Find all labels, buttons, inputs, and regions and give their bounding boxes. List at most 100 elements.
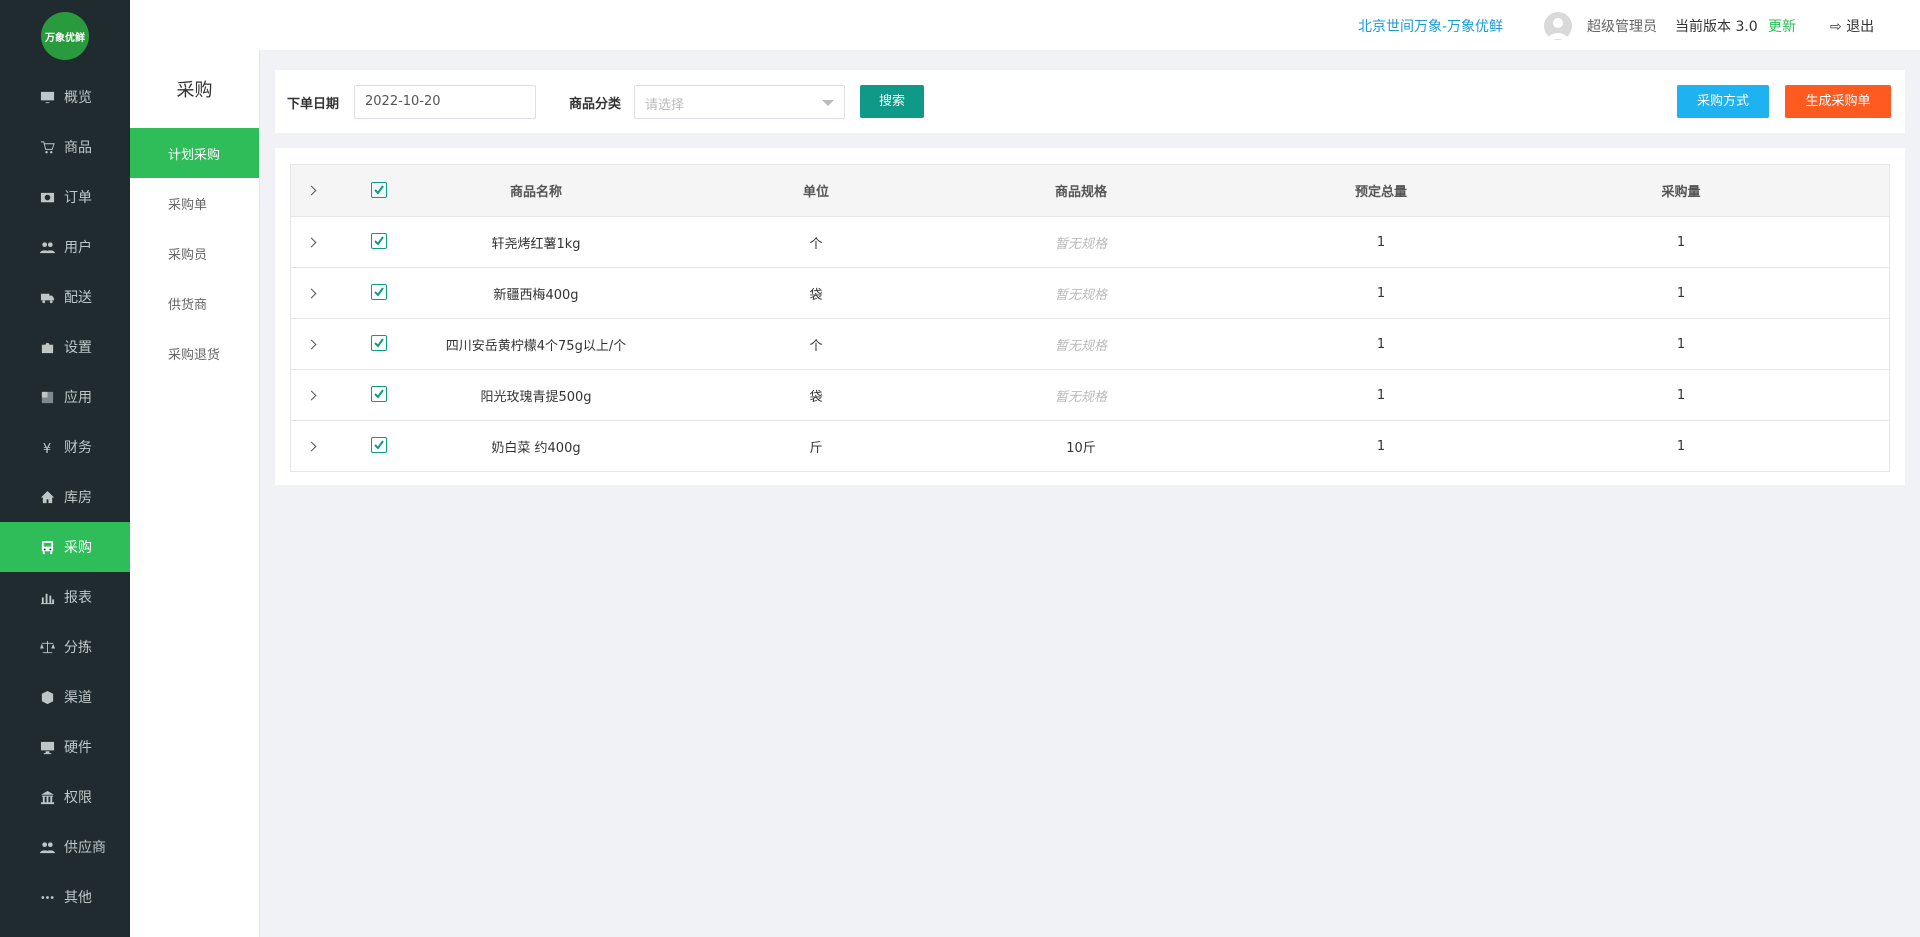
row-checkbox[interactable]: [370, 335, 387, 351]
yen-icon: ¥: [38, 440, 56, 455]
subnav-item-1[interactable]: 采购单: [130, 178, 259, 228]
cell-qty: 1: [1676, 234, 1686, 250]
sidebar-item-10[interactable]: 报表: [0, 572, 130, 622]
logout-label: 退出: [1846, 19, 1875, 35]
desktop-icon: [38, 740, 56, 755]
dropdown-caret-icon: [822, 100, 834, 106]
svg-text:¥: ¥: [42, 442, 50, 455]
user-avatar-icon: [1548, 18, 1568, 39]
purchase-method-button[interactable]: 采购方式: [1677, 85, 1769, 118]
nav-list: 概览商品订单用户配送设置应用 ¥ 财务库房 采购 报表分拣渠道硬件权限 供应商 其他: [0, 72, 130, 922]
subnav-item-4[interactable]: 采购退货: [130, 328, 259, 378]
cart-icon: [38, 140, 56, 155]
table-header-row: 商品名称 单位 商品规格 预定总量 采购量: [291, 165, 1889, 216]
subnav-item-3[interactable]: 供货商: [130, 278, 259, 328]
purchase-table: 商品名称 单位 商品规格 预定总量 采购量 轩尧烤红薯1kg 个暂无规格 1 1 新疆西…: [290, 164, 1890, 472]
sidebar-item-label: 应用: [64, 390, 92, 406]
scale-icon: [38, 640, 56, 655]
category-select[interactable]: 请选择: [634, 85, 845, 119]
order-date-input[interactable]: 2022-10-20: [354, 85, 536, 119]
username[interactable]: 超级管理员: [1587, 16, 1657, 36]
sidebar-item-label: 用户: [64, 240, 92, 256]
sub-navigation: 采购 计划采购 采购单 采购员 供货商 采购退货: [130, 50, 260, 937]
row-checkbox[interactable]: [370, 284, 387, 300]
cell-spec: 暂无规格: [1054, 236, 1107, 252]
expand-row-icon[interactable]: [306, 288, 316, 298]
logout-button[interactable]: ⇨ 退出: [1830, 16, 1874, 36]
sidebar-item-label: 订单: [64, 190, 92, 206]
sidebar-item-13[interactable]: 硬件: [0, 722, 130, 772]
subnav-list: 计划采购 采购单 采购员 供货商 采购退货: [130, 128, 259, 378]
main-sidebar: 万象优鲜 概览商品订单用户配送设置应用 ¥ 财务库房 采购 报表分拣渠道硬件权限 供应商其…: [0, 0, 130, 937]
row-checkbox[interactable]: [370, 386, 387, 402]
sidebar-item-16[interactable]: 其他: [0, 872, 130, 922]
cell-qty: 1: [1676, 285, 1686, 301]
cell-unit: 袋: [809, 287, 823, 303]
sidebar-item-label: 硬件: [64, 740, 92, 756]
top-header: 北京世间万象-万象优鲜 超级管理员 当前版本 3.0 更新 ⇨ 退出: [130, 0, 1920, 50]
row-checkbox[interactable]: [370, 437, 387, 453]
check-icon: [373, 184, 384, 195]
sidebar-item-14[interactable]: 权限: [0, 772, 130, 822]
cell-unit: 个: [809, 338, 823, 354]
sidebar-item-12[interactable]: 渠道: [0, 672, 130, 722]
puzzle-icon: [38, 340, 56, 355]
cell-spec: 暂无规格: [1054, 338, 1107, 354]
sidebar-item-9[interactable]: 采购: [0, 522, 130, 572]
company-link[interactable]: 北京世间万象-万象优鲜: [1358, 16, 1503, 36]
brand-logo[interactable]: 万象优鲜: [41, 12, 89, 60]
check-icon: [373, 287, 384, 297]
col-total-header: 预定总量: [1354, 185, 1407, 200]
search-button[interactable]: 搜索: [860, 85, 924, 118]
col-qty-header: 采购量: [1661, 185, 1701, 200]
select-all-checkbox[interactable]: [370, 181, 387, 198]
sidebar-item-6[interactable]: 应用: [0, 372, 130, 422]
sidebar-item-label: 配送: [64, 290, 92, 306]
check-icon: [373, 389, 384, 399]
subnav-item-2[interactable]: 采购员: [130, 228, 259, 278]
sidebar-item-label: 概览: [64, 90, 92, 106]
generate-purchase-order-button[interactable]: 生成采购单: [1785, 85, 1891, 118]
monitor-icon: [38, 90, 56, 105]
sidebar-item-label: 商品: [64, 140, 92, 156]
expand-row-icon[interactable]: [306, 237, 316, 247]
cell-total: 1: [1376, 234, 1386, 250]
table-row: 奶白菜 约400g 斤 10斤 1 1: [291, 420, 1889, 471]
cell-spec: 暂无规格: [1054, 287, 1107, 303]
users-icon: [38, 840, 56, 855]
sidebar-item-1[interactable]: 商品: [0, 122, 130, 172]
sidebar-item-label: 设置: [64, 340, 92, 356]
table-row: 四川安岳黄柠檬4个75g以上/个 个 暂无规格 1 1: [291, 318, 1889, 369]
avatar[interactable]: [1544, 12, 1572, 40]
sidebar-item-0[interactable]: 概览: [0, 72, 130, 122]
subnav-item-0[interactable]: 计划采购: [130, 128, 259, 178]
sidebar-item-8[interactable]: 库房: [0, 472, 130, 522]
table-row: 新疆西梅400g 袋 暂无规格 1 1: [291, 267, 1889, 318]
cell-spec: 10斤: [1066, 440, 1096, 456]
sidebar-item-15[interactable]: 供应商: [0, 822, 130, 872]
sidebar-item-3[interactable]: 用户: [0, 222, 130, 272]
sidebar-item-label: 财务: [64, 440, 92, 456]
sidebar-item-2[interactable]: 订单: [0, 172, 130, 222]
bank-icon: [38, 790, 56, 805]
cell-unit: 袋: [809, 389, 823, 405]
row-checkbox[interactable]: [370, 233, 387, 249]
expand-row-icon[interactable]: [306, 339, 316, 349]
sidebar-item-7[interactable]: ¥ 财务: [0, 422, 130, 472]
col-unit-header: 单位: [802, 185, 829, 200]
cell-total: 1: [1376, 438, 1386, 454]
cell-qty: 1: [1676, 438, 1686, 454]
table-row: 阳光玫瑰青提500g 袋 暂无规格 1 1: [291, 369, 1889, 420]
sidebar-item-5[interactable]: 设置: [0, 322, 130, 372]
expand-row-icon[interactable]: [306, 390, 316, 400]
cell-name: 奶白菜 约400g: [491, 440, 581, 456]
expand-row-icon[interactable]: [306, 441, 316, 451]
sidebar-item-4[interactable]: 配送: [0, 272, 130, 322]
update-link[interactable]: 更新: [1768, 16, 1796, 36]
chart-icon: [38, 590, 56, 605]
sidebar-item-11[interactable]: 分拣: [0, 622, 130, 672]
date-label: 下单日期: [287, 97, 340, 112]
expand-all-icon[interactable]: [306, 185, 316, 196]
users-icon: [38, 240, 56, 255]
sidebar-item-label: 分拣: [64, 640, 92, 656]
